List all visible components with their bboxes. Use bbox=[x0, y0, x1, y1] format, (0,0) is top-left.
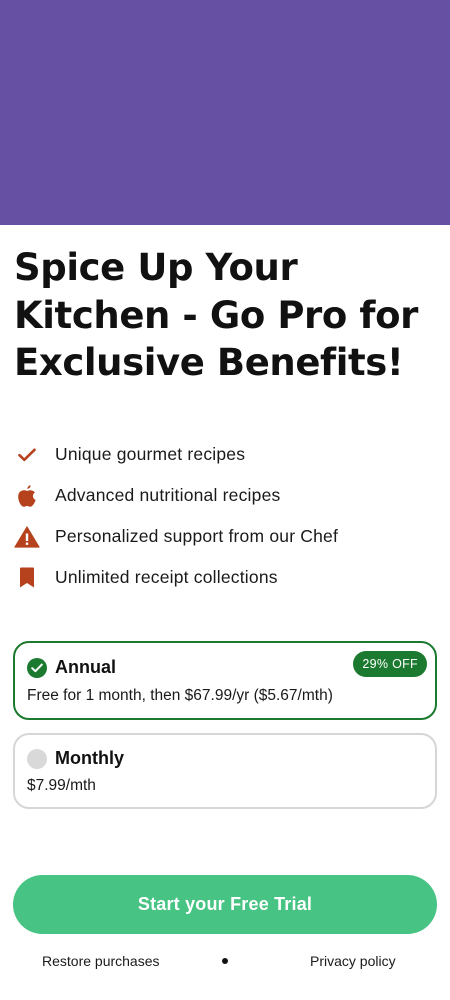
plan-description: Free for 1 month, then $67.99/yr ($5.67/… bbox=[27, 687, 333, 704]
plan-header: Annual bbox=[27, 657, 116, 678]
plan-header: Monthly bbox=[27, 748, 124, 769]
feature-item: Advanced nutritional recipes bbox=[14, 475, 434, 516]
plan-option-monthly[interactable]: Monthly $7.99/mth bbox=[13, 733, 437, 809]
radio-unselected-icon bbox=[27, 748, 47, 769]
feature-text: Unique gourmet recipes bbox=[55, 444, 246, 464]
feature-item: Unlimited receipt collections bbox=[14, 557, 434, 598]
check-circle-icon bbox=[27, 657, 47, 678]
plan-name: Monthly bbox=[55, 748, 124, 768]
apple-icon bbox=[14, 483, 40, 509]
plan-option-annual[interactable]: Annual 29% OFF Free for 1 month, then $6… bbox=[13, 641, 437, 720]
feature-text: Personalized support from our Chef bbox=[55, 526, 339, 546]
feature-text: Unlimited receipt collections bbox=[55, 567, 278, 587]
feature-list: Unique gourmet recipes Advanced nutritio… bbox=[14, 434, 434, 598]
warning-icon bbox=[14, 524, 40, 550]
restore-purchases-link[interactable]: Restore purchases bbox=[42, 953, 160, 969]
feature-text: Advanced nutritional recipes bbox=[55, 485, 281, 505]
discount-badge: 29% OFF bbox=[353, 651, 427, 677]
plan-name: Annual bbox=[55, 657, 116, 677]
bookmark-icon bbox=[14, 565, 40, 591]
page-title: Spice Up Your Kitchen - Go Pro for Exclu… bbox=[14, 246, 418, 384]
privacy-policy-link[interactable]: Privacy policy bbox=[310, 953, 396, 969]
plan-description: $7.99/mth bbox=[27, 777, 96, 794]
feature-item: Unique gourmet recipes bbox=[14, 434, 434, 475]
footer-links: Restore purchases Privacy policy bbox=[0, 951, 450, 973]
hero-banner bbox=[0, 0, 450, 225]
feature-item: Personalized support from our Chef bbox=[14, 516, 434, 557]
check-icon bbox=[14, 442, 40, 468]
separator-dot bbox=[222, 958, 228, 964]
start-free-trial-button[interactable]: Start your Free Trial bbox=[13, 875, 437, 934]
